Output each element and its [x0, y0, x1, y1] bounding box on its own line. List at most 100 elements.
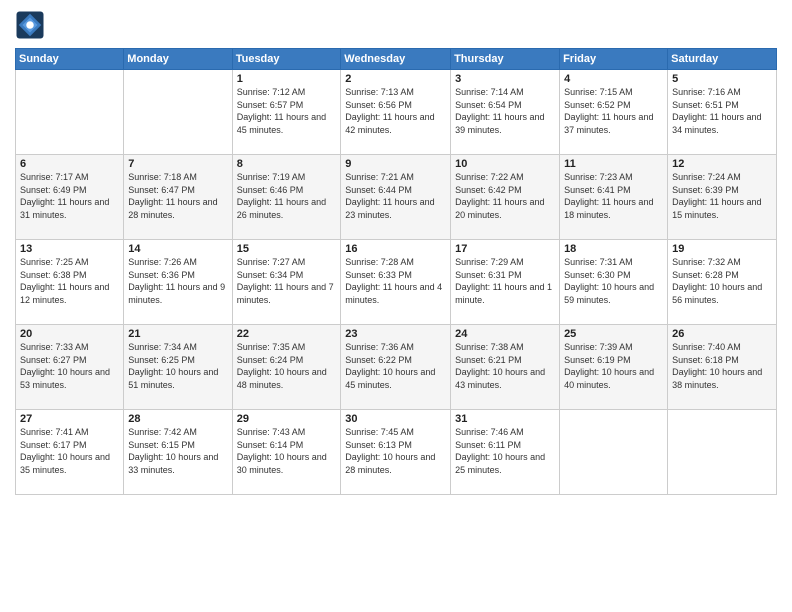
day-info: Sunrise: 7:16 AM Sunset: 6:51 PM Dayligh…: [672, 86, 772, 136]
day-number: 11: [564, 158, 663, 170]
day-info: Sunrise: 7:43 AM Sunset: 6:14 PM Dayligh…: [237, 426, 337, 476]
day-info: Sunrise: 7:15 AM Sunset: 6:52 PM Dayligh…: [564, 86, 663, 136]
day-info: Sunrise: 7:39 AM Sunset: 6:19 PM Dayligh…: [564, 341, 663, 391]
day-number: 3: [455, 73, 555, 85]
day-info: Sunrise: 7:29 AM Sunset: 6:31 PM Dayligh…: [455, 256, 555, 306]
calendar-header: SundayMondayTuesdayWednesdayThursdayFrid…: [16, 49, 777, 70]
weekday-header-friday: Friday: [560, 49, 668, 70]
day-info: Sunrise: 7:19 AM Sunset: 6:46 PM Dayligh…: [237, 171, 337, 221]
calendar-cell: [668, 410, 777, 495]
weekday-header-row: SundayMondayTuesdayWednesdayThursdayFrid…: [16, 49, 777, 70]
calendar-cell: 20Sunrise: 7:33 AM Sunset: 6:27 PM Dayli…: [16, 325, 124, 410]
day-number: 30: [345, 413, 446, 425]
logo: [15, 10, 49, 40]
day-info: Sunrise: 7:25 AM Sunset: 6:38 PM Dayligh…: [20, 256, 119, 306]
calendar-cell: 27Sunrise: 7:41 AM Sunset: 6:17 PM Dayli…: [16, 410, 124, 495]
day-info: Sunrise: 7:31 AM Sunset: 6:30 PM Dayligh…: [564, 256, 663, 306]
weekday-header-tuesday: Tuesday: [232, 49, 341, 70]
calendar-cell: 14Sunrise: 7:26 AM Sunset: 6:36 PM Dayli…: [124, 240, 232, 325]
day-info: Sunrise: 7:45 AM Sunset: 6:13 PM Dayligh…: [345, 426, 446, 476]
calendar-cell: 6Sunrise: 7:17 AM Sunset: 6:49 PM Daylig…: [16, 155, 124, 240]
calendar-cell: 30Sunrise: 7:45 AM Sunset: 6:13 PM Dayli…: [341, 410, 451, 495]
calendar-cell: 28Sunrise: 7:42 AM Sunset: 6:15 PM Dayli…: [124, 410, 232, 495]
day-number: 22: [237, 328, 337, 340]
day-info: Sunrise: 7:27 AM Sunset: 6:34 PM Dayligh…: [237, 256, 337, 306]
day-info: Sunrise: 7:32 AM Sunset: 6:28 PM Dayligh…: [672, 256, 772, 306]
day-info: Sunrise: 7:13 AM Sunset: 6:56 PM Dayligh…: [345, 86, 446, 136]
day-info: Sunrise: 7:17 AM Sunset: 6:49 PM Dayligh…: [20, 171, 119, 221]
calendar-cell: 22Sunrise: 7:35 AM Sunset: 6:24 PM Dayli…: [232, 325, 341, 410]
day-number: 8: [237, 158, 337, 170]
day-number: 13: [20, 243, 119, 255]
calendar-cell: 17Sunrise: 7:29 AM Sunset: 6:31 PM Dayli…: [451, 240, 560, 325]
calendar-week-1: 1Sunrise: 7:12 AM Sunset: 6:57 PM Daylig…: [16, 70, 777, 155]
day-info: Sunrise: 7:38 AM Sunset: 6:21 PM Dayligh…: [455, 341, 555, 391]
calendar-cell: 29Sunrise: 7:43 AM Sunset: 6:14 PM Dayli…: [232, 410, 341, 495]
calendar-cell: 3Sunrise: 7:14 AM Sunset: 6:54 PM Daylig…: [451, 70, 560, 155]
calendar-cell: 24Sunrise: 7:38 AM Sunset: 6:21 PM Dayli…: [451, 325, 560, 410]
calendar-cell: 21Sunrise: 7:34 AM Sunset: 6:25 PM Dayli…: [124, 325, 232, 410]
calendar-cell: 19Sunrise: 7:32 AM Sunset: 6:28 PM Dayli…: [668, 240, 777, 325]
day-number: 5: [672, 73, 772, 85]
calendar-cell: 11Sunrise: 7:23 AM Sunset: 6:41 PM Dayli…: [560, 155, 668, 240]
day-number: 21: [128, 328, 227, 340]
day-number: 9: [345, 158, 446, 170]
day-number: 10: [455, 158, 555, 170]
calendar-cell: 16Sunrise: 7:28 AM Sunset: 6:33 PM Dayli…: [341, 240, 451, 325]
day-info: Sunrise: 7:21 AM Sunset: 6:44 PM Dayligh…: [345, 171, 446, 221]
calendar-cell: 26Sunrise: 7:40 AM Sunset: 6:18 PM Dayli…: [668, 325, 777, 410]
calendar-cell: [124, 70, 232, 155]
calendar-week-5: 27Sunrise: 7:41 AM Sunset: 6:17 PM Dayli…: [16, 410, 777, 495]
calendar-cell: 13Sunrise: 7:25 AM Sunset: 6:38 PM Dayli…: [16, 240, 124, 325]
day-info: Sunrise: 7:35 AM Sunset: 6:24 PM Dayligh…: [237, 341, 337, 391]
day-number: 4: [564, 73, 663, 85]
day-info: Sunrise: 7:40 AM Sunset: 6:18 PM Dayligh…: [672, 341, 772, 391]
calendar-cell: [16, 70, 124, 155]
weekday-header-saturday: Saturday: [668, 49, 777, 70]
day-number: 26: [672, 328, 772, 340]
day-number: 12: [672, 158, 772, 170]
day-number: 1: [237, 73, 337, 85]
weekday-header-monday: Monday: [124, 49, 232, 70]
calendar-cell: 5Sunrise: 7:16 AM Sunset: 6:51 PM Daylig…: [668, 70, 777, 155]
calendar-table: SundayMondayTuesdayWednesdayThursdayFrid…: [15, 48, 777, 495]
day-info: Sunrise: 7:46 AM Sunset: 6:11 PM Dayligh…: [455, 426, 555, 476]
day-number: 14: [128, 243, 227, 255]
page-container: SundayMondayTuesdayWednesdayThursdayFrid…: [0, 0, 792, 612]
day-number: 16: [345, 243, 446, 255]
day-number: 31: [455, 413, 555, 425]
calendar-cell: 7Sunrise: 7:18 AM Sunset: 6:47 PM Daylig…: [124, 155, 232, 240]
day-number: 28: [128, 413, 227, 425]
day-number: 19: [672, 243, 772, 255]
day-number: 23: [345, 328, 446, 340]
day-number: 24: [455, 328, 555, 340]
calendar-week-3: 13Sunrise: 7:25 AM Sunset: 6:38 PM Dayli…: [16, 240, 777, 325]
calendar-week-4: 20Sunrise: 7:33 AM Sunset: 6:27 PM Dayli…: [16, 325, 777, 410]
calendar-cell: 2Sunrise: 7:13 AM Sunset: 6:56 PM Daylig…: [341, 70, 451, 155]
day-number: 7: [128, 158, 227, 170]
calendar-week-2: 6Sunrise: 7:17 AM Sunset: 6:49 PM Daylig…: [16, 155, 777, 240]
day-number: 20: [20, 328, 119, 340]
calendar-cell: 4Sunrise: 7:15 AM Sunset: 6:52 PM Daylig…: [560, 70, 668, 155]
weekday-header-wednesday: Wednesday: [341, 49, 451, 70]
calendar-cell: [560, 410, 668, 495]
calendar-cell: 1Sunrise: 7:12 AM Sunset: 6:57 PM Daylig…: [232, 70, 341, 155]
day-number: 6: [20, 158, 119, 170]
day-info: Sunrise: 7:42 AM Sunset: 6:15 PM Dayligh…: [128, 426, 227, 476]
day-info: Sunrise: 7:22 AM Sunset: 6:42 PM Dayligh…: [455, 171, 555, 221]
page-header: [15, 10, 777, 40]
day-info: Sunrise: 7:33 AM Sunset: 6:27 PM Dayligh…: [20, 341, 119, 391]
calendar-cell: 18Sunrise: 7:31 AM Sunset: 6:30 PM Dayli…: [560, 240, 668, 325]
day-info: Sunrise: 7:18 AM Sunset: 6:47 PM Dayligh…: [128, 171, 227, 221]
weekday-header-sunday: Sunday: [16, 49, 124, 70]
day-number: 25: [564, 328, 663, 340]
calendar-cell: 12Sunrise: 7:24 AM Sunset: 6:39 PM Dayli…: [668, 155, 777, 240]
calendar-cell: 8Sunrise: 7:19 AM Sunset: 6:46 PM Daylig…: [232, 155, 341, 240]
calendar-body: 1Sunrise: 7:12 AM Sunset: 6:57 PM Daylig…: [16, 70, 777, 495]
day-number: 15: [237, 243, 337, 255]
weekday-header-thursday: Thursday: [451, 49, 560, 70]
day-info: Sunrise: 7:28 AM Sunset: 6:33 PM Dayligh…: [345, 256, 446, 306]
day-number: 27: [20, 413, 119, 425]
day-info: Sunrise: 7:12 AM Sunset: 6:57 PM Dayligh…: [237, 86, 337, 136]
day-info: Sunrise: 7:26 AM Sunset: 6:36 PM Dayligh…: [128, 256, 227, 306]
